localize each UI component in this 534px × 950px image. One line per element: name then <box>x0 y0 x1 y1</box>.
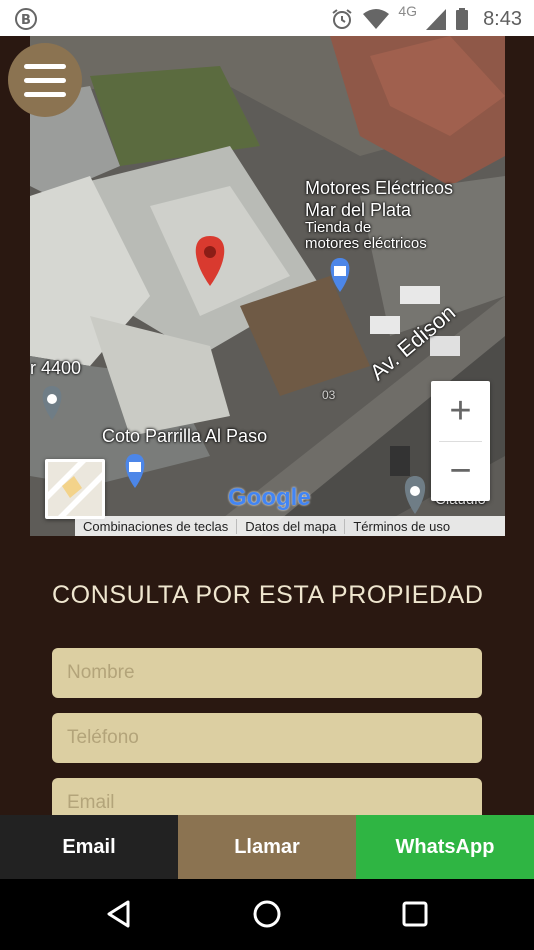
map-layer-icon <box>48 462 102 516</box>
map-data-link[interactable]: Datos del mapa <box>237 518 346 534</box>
battery-icon <box>456 8 469 30</box>
whatsapp-button[interactable]: WhatsApp <box>356 815 534 879</box>
alarm-icon <box>332 9 352 29</box>
email-button[interactable]: Email <box>0 815 178 879</box>
map-layer-toggle[interactable] <box>45 459 105 519</box>
name-input[interactable] <box>52 648 482 698</box>
map-label-business-name: Motores Eléctricos <box>305 178 454 198</box>
map-label-number: r 4400 <box>30 358 82 378</box>
terms-of-use-link[interactable]: Términos de uso <box>345 519 458 534</box>
map-embed[interactable]: Motores Eléctricos Mar del Plata Tienda … <box>30 36 505 536</box>
map-attribution: Combinaciones de teclas Datos del mapa T… <box>75 516 505 536</box>
network-type-label: 4G <box>398 3 418 19</box>
google-logo: Google <box>228 484 311 512</box>
bitcoin-notification-icon: B <box>15 8 37 30</box>
zoom-in-button[interactable]: + <box>431 381 490 441</box>
phone-input[interactable] <box>52 713 482 763</box>
menu-bar-icon <box>24 63 66 69</box>
android-nav-bar <box>0 879 534 950</box>
map-label-business-type: Tienda de <box>305 219 372 236</box>
hamburger-menu-button[interactable] <box>8 43 82 117</box>
map-label-business-type-2: motores eléctricos <box>305 235 427 252</box>
zoom-out-button[interactable]: − <box>431 441 490 501</box>
page-content: Motores Eléctricos Mar del Plata Tienda … <box>0 36 534 815</box>
status-bar: B 4G 8:43 <box>0 0 534 36</box>
menu-bar-icon <box>24 91 66 97</box>
cell-signal-icon <box>426 9 447 30</box>
email-input[interactable] <box>52 778 482 815</box>
svg-text:B: B <box>21 13 31 28</box>
form-heading: CONSULTA POR ESTA PROPIEDAD <box>52 581 484 609</box>
clock: 8:43 <box>483 7 522 30</box>
wifi-icon <box>363 9 390 29</box>
map-label-place: Coto Parrilla Al Paso <box>102 426 268 446</box>
contact-action-bar: Email Llamar WhatsApp <box>0 815 534 879</box>
keyboard-shortcuts-link[interactable]: Combinaciones de teclas <box>75 518 238 534</box>
recents-icon[interactable] <box>401 900 429 928</box>
menu-bar-icon <box>24 77 66 83</box>
home-icon[interactable] <box>252 899 282 929</box>
call-button[interactable]: Llamar <box>178 815 356 879</box>
map-label-business-city: Mar del Plata <box>305 200 412 220</box>
zoom-controls: + − <box>431 381 490 501</box>
map-label-poi: 03 <box>322 388 336 402</box>
google-logo-text: Google <box>228 484 311 511</box>
back-icon[interactable] <box>104 899 134 929</box>
zoom-divider <box>439 441 482 442</box>
